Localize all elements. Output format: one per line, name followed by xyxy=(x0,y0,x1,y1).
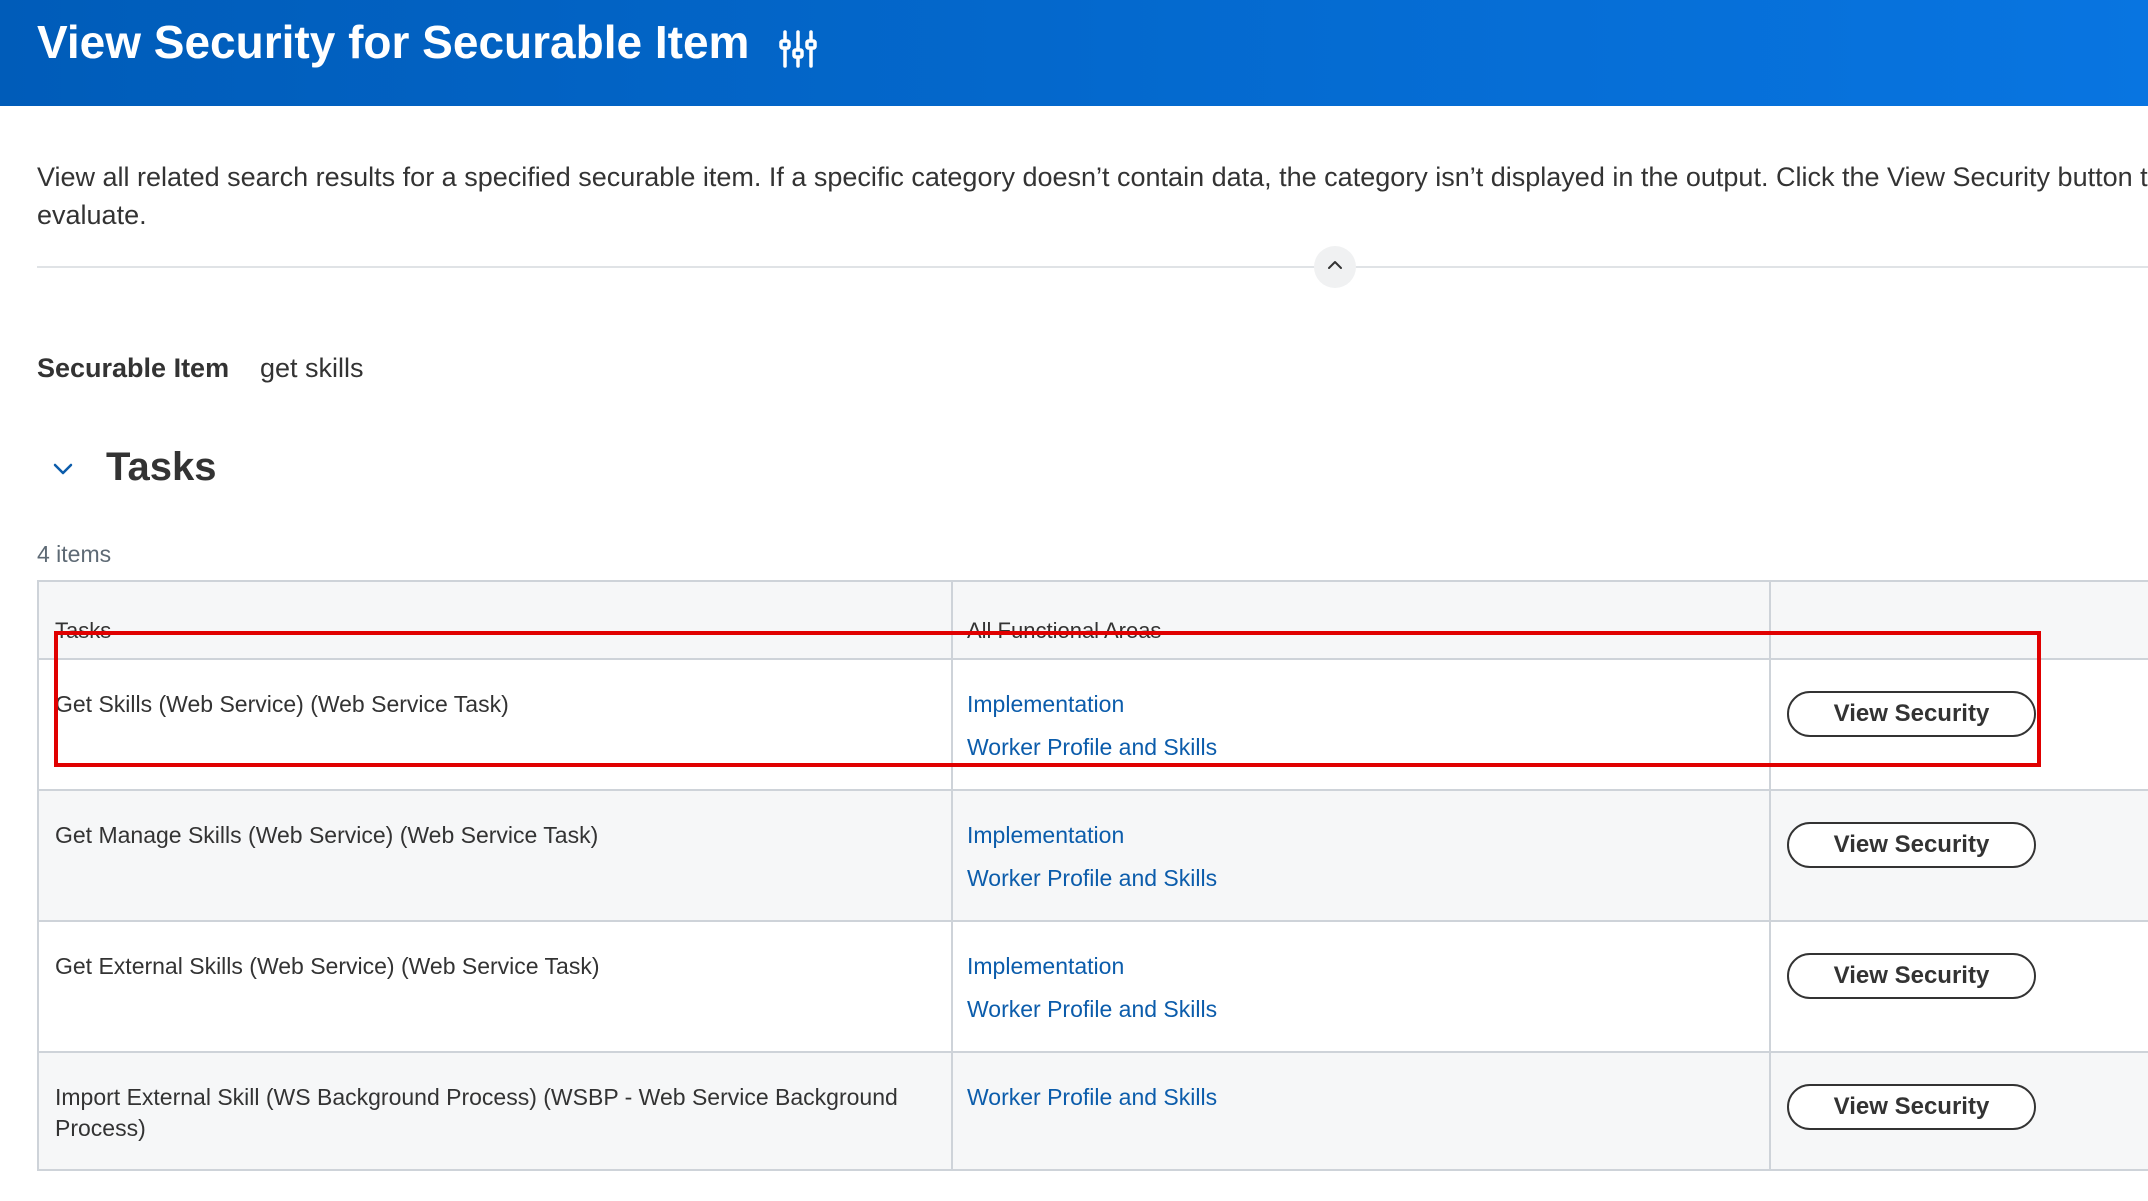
table-row: Get Skills (Web Service) (Web Service Ta… xyxy=(39,660,2148,791)
page-description: View all related search results for a sp… xyxy=(37,162,2148,230)
column-divider xyxy=(1769,582,1771,1169)
page-header: View Security for Securable Item xyxy=(0,0,2148,106)
table-row: Get Manage Skills (Web Service) (Web Ser… xyxy=(39,791,2148,922)
column-header-tasks[interactable]: Tasks xyxy=(55,616,111,646)
related-actions-sliders-icon[interactable] xyxy=(778,29,818,69)
table-header-row: Tasks All Functional Areas xyxy=(39,582,2148,660)
column-header-functional-areas[interactable]: All Functional Areas xyxy=(967,616,1161,646)
table-row: Import External Skill (WS Background Pro… xyxy=(39,1053,2148,1169)
functional-areas-cell: Implementation Worker Profile and Skills xyxy=(967,689,1217,775)
column-divider xyxy=(951,582,953,1169)
functional-area-link[interactable]: Worker Profile and Skills xyxy=(967,732,1217,763)
tasks-section-title: Tasks xyxy=(106,445,217,489)
item-count: 4 items xyxy=(37,541,112,567)
view-security-button[interactable]: View Security xyxy=(1787,953,2036,999)
task-name-cell: Get Skills (Web Service) (Web Service Ta… xyxy=(55,691,509,717)
view-security-button[interactable]: View Security xyxy=(1787,1084,2036,1130)
description-divider xyxy=(37,266,2148,268)
functional-area-link[interactable]: Implementation xyxy=(967,820,1217,851)
securable-item-label: Securable Item xyxy=(37,353,230,383)
tasks-section-toggle[interactable] xyxy=(46,454,80,488)
collapse-description-button[interactable] xyxy=(1314,246,1356,288)
task-name-cell: Get Manage Skills (Web Service) (Web Ser… xyxy=(55,822,599,848)
view-security-button[interactable]: View Security xyxy=(1787,691,2036,737)
task-name-cell: Import External Skill (WS Background Pro… xyxy=(55,1084,898,1141)
functional-area-link[interactable]: Worker Profile and Skills xyxy=(967,994,1217,1025)
functional-area-link[interactable]: Implementation xyxy=(967,951,1217,982)
chevron-down-icon xyxy=(51,461,75,482)
functional-areas-cell: Implementation Worker Profile and Skills xyxy=(967,951,1217,1037)
tasks-table: Tasks All Functional Areas Get Skills (W… xyxy=(37,580,2148,1171)
functional-areas-cell: Implementation Worker Profile and Skills xyxy=(967,820,1217,906)
task-name-cell: Get External Skills (Web Service) (Web S… xyxy=(55,953,600,979)
table-row: Get External Skills (Web Service) (Web S… xyxy=(39,922,2148,1053)
functional-area-link[interactable]: Implementation xyxy=(967,689,1217,720)
functional-area-link[interactable]: Worker Profile and Skills xyxy=(967,863,1217,894)
securable-item-value: get skills xyxy=(260,353,364,383)
functional-areas-cell: Worker Profile and Skills xyxy=(967,1082,1217,1125)
chevron-up-icon xyxy=(1326,258,1344,276)
view-security-button[interactable]: View Security xyxy=(1787,822,2036,868)
page-title: View Security for Securable Item xyxy=(37,16,750,68)
functional-area-link[interactable]: Worker Profile and Skills xyxy=(967,1082,1217,1113)
